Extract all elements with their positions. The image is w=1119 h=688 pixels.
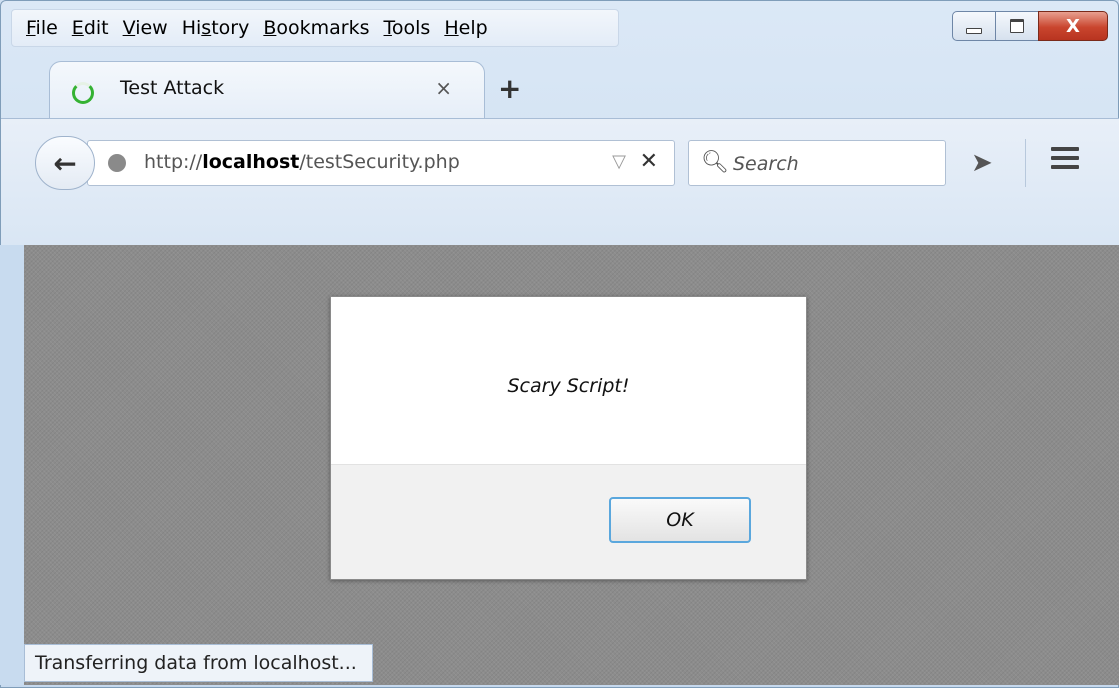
stop-loading-icon[interactable]: ✕	[640, 149, 658, 174]
close-icon: X	[1066, 15, 1080, 37]
page-content: Scary Script! OK	[24, 245, 1119, 685]
dialog-message: Scary Script!	[507, 375, 630, 397]
new-tab-button[interactable]: +	[498, 72, 521, 105]
tab-title: Test Attack	[120, 77, 225, 99]
url-text: http://localhost/testSecurity.php	[144, 151, 460, 173]
tab-close-icon[interactable]: ×	[435, 76, 452, 100]
menu-view[interactable]: View	[123, 17, 168, 39]
loading-spinner-icon	[72, 82, 94, 104]
tab-test-attack[interactable]: Test Attack ×	[49, 61, 485, 119]
url-history-dropdown-icon[interactable]: ▽	[612, 151, 626, 172]
menu-tools[interactable]: Tools	[384, 17, 431, 39]
globe-icon	[108, 154, 126, 172]
minimize-button[interactable]	[952, 11, 996, 41]
url-bar[interactable]: http://localhost/testSecurity.php ▽ ✕	[87, 140, 675, 186]
menu-bookmarks[interactable]: Bookmarks	[263, 17, 369, 39]
alert-dialog: Scary Script! OK	[330, 296, 807, 580]
menu-file[interactable]: File	[26, 17, 58, 39]
menu-bar: File Edit View History Bookmarks Tools H…	[11, 9, 619, 47]
menu-history[interactable]: History	[182, 17, 250, 39]
hamburger-menu-icon[interactable]	[1051, 147, 1079, 174]
back-button[interactable]: ←	[35, 136, 95, 190]
ok-button[interactable]: OK	[609, 497, 751, 543]
menu-edit[interactable]: Edit	[72, 17, 109, 39]
restore-icon	[1010, 19, 1024, 33]
menu-help[interactable]: Help	[444, 17, 487, 39]
search-placeholder: Search	[733, 153, 799, 175]
search-bar[interactable]: 🔍︎ Search	[688, 140, 946, 186]
status-text: Transferring data from localhost...	[24, 644, 373, 682]
dialog-footer: OK	[331, 464, 806, 579]
search-icon: 🔍︎	[701, 150, 729, 175]
maximize-button[interactable]	[995, 11, 1039, 41]
close-window-button[interactable]: X	[1038, 11, 1108, 41]
window-border	[0, 245, 24, 685]
send-page-icon[interactable]: ➤	[971, 148, 993, 178]
back-arrow-icon: ←	[53, 146, 77, 180]
window-controls: X	[952, 11, 1108, 43]
minimize-icon	[966, 28, 982, 34]
toolbar-separator	[1025, 139, 1026, 187]
navigation-toolbar: http://localhost/testSecurity.php ▽ ✕ ← …	[1, 118, 1119, 246]
